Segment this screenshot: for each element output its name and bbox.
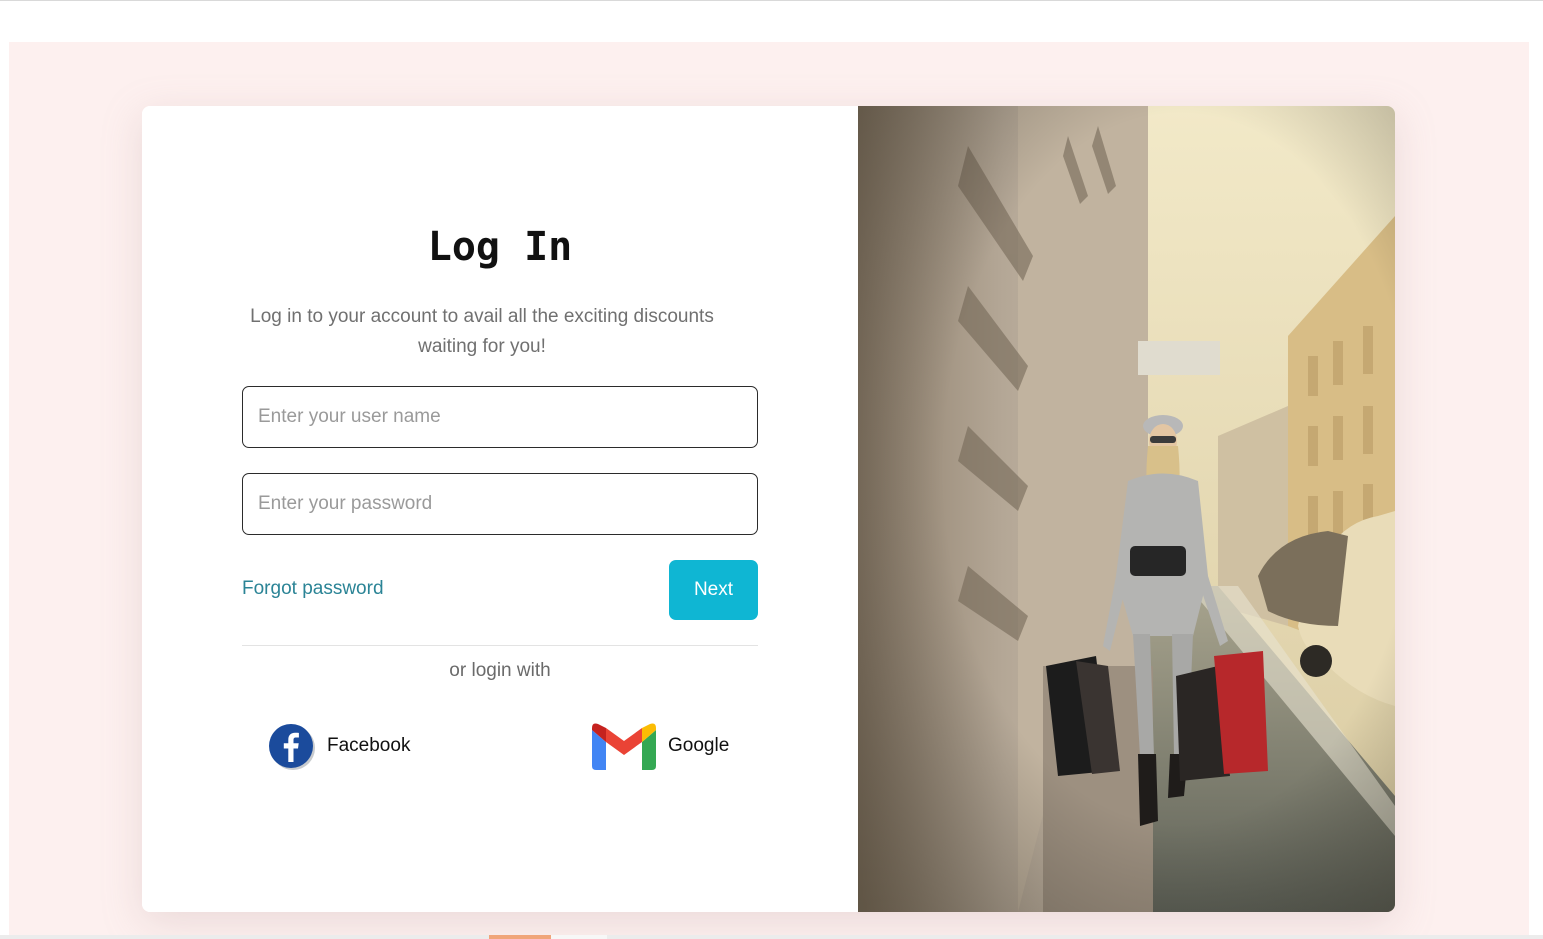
gmail-icon — [592, 723, 656, 770]
next-button[interactable]: Next — [669, 560, 758, 620]
facebook-icon — [269, 724, 315, 770]
shopping-woman-photo — [858, 106, 1395, 912]
login-form-panel: Log In Log in to your account to avail a… — [142, 106, 858, 912]
scroll-segment — [489, 935, 551, 939]
or-login-with-label: or login with — [449, 660, 551, 681]
scroll-segment — [551, 935, 607, 939]
google-login-button[interactable]: Google — [592, 722, 729, 770]
divider — [242, 645, 758, 646]
forgot-password-link[interactable]: Forgot password — [242, 578, 384, 600]
page-title: Log In — [427, 224, 573, 270]
login-card: Log In Log in to your account to avail a… — [142, 106, 1395, 912]
google-label: Google — [668, 735, 730, 756]
login-subtitle: Log in to your account to avail all the … — [250, 306, 714, 357]
hero-image — [858, 106, 1395, 912]
bottom-scroll-strip — [0, 935, 1543, 939]
password-input[interactable] — [242, 473, 758, 535]
facebook-login-button[interactable]: Facebook — [268, 722, 410, 770]
facebook-label: Facebook — [327, 735, 411, 756]
top-rule — [0, 0, 1543, 1]
username-input[interactable] — [242, 386, 758, 448]
